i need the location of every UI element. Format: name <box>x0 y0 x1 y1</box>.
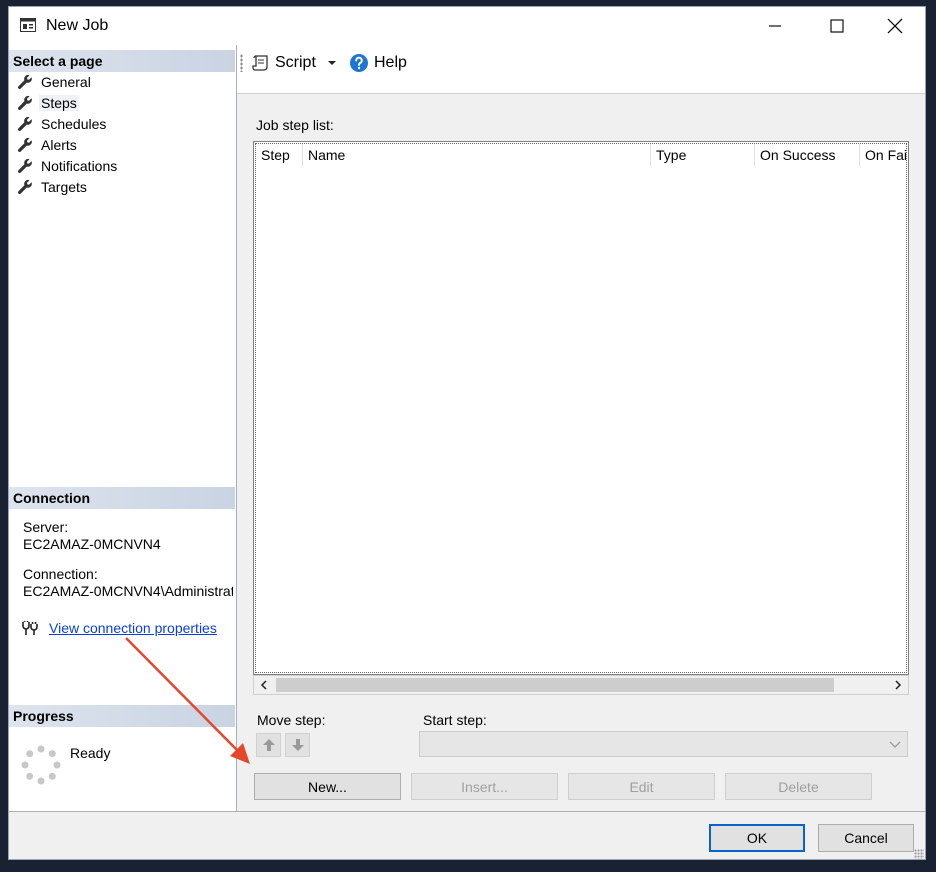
server-value: EC2AMAZ-0MCNVN4 <box>23 536 161 552</box>
wrench-icon <box>17 116 35 132</box>
progress-header: Progress <box>9 705 235 727</box>
connection-header: Connection <box>9 487 235 509</box>
sidebar-item-label: General <box>41 74 91 90</box>
view-connection-properties-link[interactable]: View connection properties <box>49 620 217 636</box>
chevron-left-icon <box>260 680 267 690</box>
new-job-dialog: New Job Select a page General Steps Sche… <box>8 6 926 860</box>
window-icon <box>20 18 36 32</box>
sidebar-item-notifications[interactable]: Notifications <box>17 156 117 176</box>
move-step-up-button[interactable] <box>256 733 281 757</box>
view-connection-properties: View connection properties <box>21 620 217 636</box>
sidebar-item-label: Notifications <box>41 158 118 174</box>
minimize-icon <box>769 25 781 27</box>
sidebar-item-steps[interactable]: Steps <box>17 93 79 113</box>
close-button[interactable] <box>867 7 923 45</box>
scroll-thumb[interactable] <box>276 678 834 692</box>
server-label: Server: <box>23 519 69 535</box>
column-header-name[interactable]: Name <box>302 144 650 166</box>
column-header-on-failure[interactable]: On Failure <box>859 144 906 166</box>
sidebar-item-general[interactable]: General <box>17 72 91 92</box>
ok-button[interactable]: OK <box>709 824 805 852</box>
toolbar-grip <box>240 54 243 72</box>
start-step-label: Start step: <box>423 712 487 728</box>
scroll-right-button[interactable] <box>888 676 908 694</box>
job-step-list-header: Step Name Type On Success On Failure <box>256 144 906 166</box>
left-panel: Select a page General Steps Schedules Al… <box>9 45 237 811</box>
scroll-left-button[interactable] <box>254 676 274 694</box>
column-header-on-success[interactable]: On Success <box>754 144 859 166</box>
caret-down-icon <box>328 61 336 65</box>
arrow-down-icon <box>291 739 304 751</box>
wrench-icon <box>17 179 35 195</box>
window-title: New Job <box>46 17 109 34</box>
insert-step-button[interactable]: Insert... <box>411 773 558 800</box>
help-button[interactable]: Help <box>349 51 407 75</box>
help-icon <box>350 54 368 72</box>
wrench-icon <box>17 74 35 90</box>
job-step-list-label: Job step list: <box>256 117 334 133</box>
wrench-icon <box>17 137 35 153</box>
wrench-icon <box>17 95 35 111</box>
connection-value: EC2AMAZ-0MCNVN4\Administrator <box>23 583 233 599</box>
column-header-type[interactable]: Type <box>650 144 754 166</box>
move-step-down-button[interactable] <box>285 733 310 757</box>
column-header-step[interactable]: Step <box>256 144 302 166</box>
help-label: Help <box>374 54 407 71</box>
edit-step-button[interactable]: Edit <box>568 773 715 800</box>
script-dropdown-button[interactable] <box>327 51 337 75</box>
plug-connection-icon <box>22 621 38 635</box>
chevron-right-icon <box>895 680 902 690</box>
maximize-icon <box>830 19 844 33</box>
job-step-list[interactable]: Step Name Type On Success On Failure <box>253 141 909 675</box>
toolbar: Script Help <box>237 45 925 94</box>
dialog-footer: OK Cancel <box>9 811 925 859</box>
sidebar-item-label: Alerts <box>41 137 77 153</box>
script-button[interactable]: Script <box>252 51 316 75</box>
arrow-up-icon <box>262 739 275 751</box>
chevron-down-icon <box>889 741 901 748</box>
delete-step-button[interactable]: Delete <box>725 773 872 800</box>
sidebar-item-schedules[interactable]: Schedules <box>17 114 106 134</box>
new-step-button[interactable]: New... <box>254 773 401 800</box>
minimize-button[interactable] <box>747 7 803 45</box>
close-icon <box>887 18 903 34</box>
script-label: Script <box>275 54 316 71</box>
cancel-button[interactable]: Cancel <box>818 824 914 852</box>
resize-grip[interactable] <box>914 849 924 859</box>
sidebar-item-label: Targets <box>41 179 87 195</box>
horizontal-scrollbar[interactable] <box>253 675 909 695</box>
select-page-header: Select a page <box>9 50 235 72</box>
script-icon <box>252 55 268 71</box>
sidebar-item-targets[interactable]: Targets <box>17 177 87 197</box>
move-step-label: Move step: <box>257 712 326 728</box>
connection-label: Connection: <box>23 566 98 582</box>
progress-spinner-icon <box>21 745 61 785</box>
main-panel: Script Help Job step list: Step Name Typ… <box>237 45 925 811</box>
sidebar-item-label: Schedules <box>41 116 107 132</box>
title-bar: New Job <box>9 7 925 45</box>
wrench-icon <box>17 158 35 174</box>
progress-status: Ready <box>70 745 111 761</box>
start-step-select[interactable] <box>419 731 908 757</box>
maximize-button[interactable] <box>809 7 865 45</box>
sidebar-item-label: Steps <box>39 95 79 111</box>
sidebar-item-alerts[interactable]: Alerts <box>17 135 77 155</box>
